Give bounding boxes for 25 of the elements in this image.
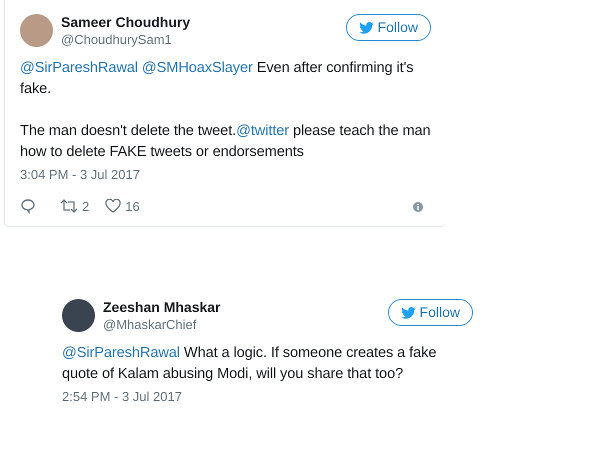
- mention-link[interactable]: @SMHoaxSlayer: [142, 60, 253, 76]
- retweet-count: 2: [82, 198, 90, 216]
- bird-icon: [400, 306, 416, 318]
- tweet-text: @SirPareshRawal What a logic. If someone creates a fake quote of Kalam abusing Modi, will you share that too?: [62, 344, 438, 384]
- tweet-text: @SirPareshRawal @SMHoaxSlayer Even after confirming it's fake.: [20, 59, 414, 99]
- like-count: 16: [125, 198, 140, 216]
- mention-link[interactable]: @SirPareshRawal: [62, 345, 180, 361]
- follow-button[interactable]: Follow: [388, 299, 473, 326]
- avatar-photo-placeholder: [20, 14, 53, 47]
- info-icon[interactable]: [413, 202, 423, 212]
- mention-link[interactable]: @twitter: [236, 123, 290, 139]
- tweet-timestamp[interactable]: 3:04 PM - 3 Jul 2017: [20, 165, 431, 184]
- reply-icon[interactable]: [20, 198, 36, 214]
- heart-icon[interactable]: [105, 199, 122, 214]
- avatar-photo-placeholder: [62, 299, 95, 332]
- tweet-text: The man doesn't delete the tweet.@twitter please teach the man how to delete FAKE tweets or endorsements: [20, 122, 431, 162]
- tweet-timestamp[interactable]: 2:54 PM - 3 Jul 2017: [62, 387, 473, 406]
- author-name: Sameer Choudhury: [61, 14, 192, 31]
- mention-link[interactable]: @SirPareshRawal: [20, 60, 138, 76]
- author-handle: @MhaskarChief: [103, 316, 198, 333]
- bird-icon: [358, 22, 374, 34]
- author-name: Zeeshan Mhaskar: [103, 299, 222, 316]
- author-handle: @ChoudhurySam1: [61, 31, 173, 48]
- retweet-icon[interactable]: [60, 199, 78, 214]
- follow-button[interactable]: Follow: [346, 14, 431, 41]
